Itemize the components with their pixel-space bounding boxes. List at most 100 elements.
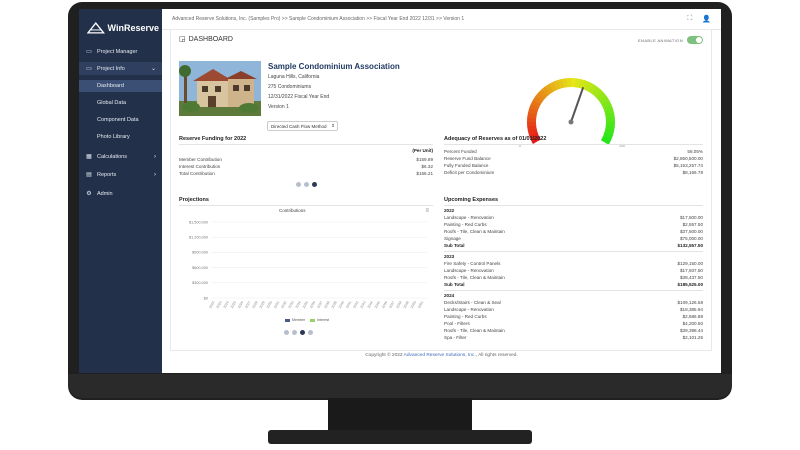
sidebar-item-project-manager[interactable]: ▭ Project Manager bbox=[79, 45, 162, 58]
method-select[interactable]: Directed Cash Flow Method ⇕ bbox=[267, 121, 338, 131]
adequacy-row: Reserve Fund Balance $2,860,500.00 bbox=[444, 156, 703, 161]
expense-row: Decks/Stairs - Clean & Seal $109,126.58 bbox=[444, 300, 703, 305]
property-fiscal: 12/31/2022 Fiscal Year End bbox=[268, 94, 330, 100]
sidebar-subitem-label: Global Data bbox=[97, 100, 127, 106]
expense-row: Signage $75,000.00 bbox=[444, 236, 703, 241]
x-tick-label: 2026 bbox=[237, 300, 244, 309]
x-tick-label: 2048 bbox=[395, 300, 402, 309]
sidebar-subitem-label: Component Data bbox=[97, 117, 139, 123]
x-tick-label: 2031 bbox=[273, 300, 280, 309]
divider bbox=[444, 205, 703, 206]
subtotal-value: $185,525.00 bbox=[677, 282, 703, 287]
expense-label: Decks/Stairs - Clean & Seal bbox=[444, 300, 501, 305]
adequacy-row: Deficit per Condominium $8,166.78 bbox=[444, 170, 703, 175]
carousel-dot[interactable] bbox=[284, 330, 289, 335]
expense-value: $129,150.00 bbox=[677, 261, 703, 266]
expense-value: $38,437.50 bbox=[680, 275, 703, 280]
x-tick-label: 2041 bbox=[345, 300, 352, 309]
expense-label: Landscape - Renovation bbox=[444, 215, 494, 220]
y-tick-label: $900,000 bbox=[192, 251, 208, 255]
expense-value: $2,686.88 bbox=[682, 314, 703, 319]
breadcrumb[interactable]: Advanced Reserve Solutions, Inc. (Sample… bbox=[172, 16, 464, 22]
x-tick-label: 2029 bbox=[259, 300, 266, 309]
x-tick-label: 2043 bbox=[359, 300, 366, 309]
expense-label: Roofs - Tile, Clean & Maintain bbox=[444, 275, 505, 280]
x-tick-label: 2035 bbox=[302, 300, 309, 309]
footer: Copyright © 2022 Advanced Reserve Soluti… bbox=[162, 353, 721, 358]
x-tick-label: 2023 bbox=[215, 300, 222, 309]
user-icon[interactable]: 👤 bbox=[702, 15, 711, 23]
footer-company-link[interactable]: Advanced Reserve Solutions, Inc. bbox=[404, 353, 476, 358]
funding-row-label: Total Contribution bbox=[179, 171, 215, 176]
property-name: Sample Condominium Association bbox=[268, 62, 400, 71]
expense-year-header: 2022 bbox=[444, 208, 703, 213]
file-icon: ▤ bbox=[86, 172, 92, 178]
calculator-icon: ▦ bbox=[86, 154, 92, 160]
expense-year-header: 2024 bbox=[444, 293, 703, 298]
expense-label: Roofs - Tile, Clean & Maintain bbox=[444, 328, 505, 333]
funding-row-label: Member Contribution bbox=[179, 157, 222, 162]
logo-icon bbox=[87, 22, 105, 34]
legend-label[interactable]: Interest bbox=[317, 318, 329, 322]
x-tick-label: 2036 bbox=[309, 300, 316, 309]
carousel-dot-active[interactable] bbox=[312, 182, 317, 187]
expense-label: Roofs - Tile, Clean & Maintain bbox=[444, 229, 505, 234]
carousel-dot[interactable] bbox=[296, 182, 301, 187]
expense-year-header: 2023 bbox=[444, 254, 703, 259]
divider bbox=[444, 290, 703, 291]
expense-row: Landscape - Renovation $17,937.50 bbox=[444, 268, 703, 273]
sidebar-subitem-label: Dashboard bbox=[97, 83, 124, 89]
animation-toggle-label: ENABLE ANIMATION bbox=[637, 37, 683, 43]
legend-label[interactable]: Member bbox=[292, 318, 305, 322]
sidebar-item-project-info[interactable]: ▭ Project Info ⌄ bbox=[79, 62, 162, 75]
carousel-dot-active[interactable] bbox=[300, 330, 305, 335]
sidebar-item-admin[interactable]: ⚙ Admin bbox=[79, 187, 162, 200]
divider bbox=[444, 251, 703, 252]
x-tick-label: 2022 bbox=[208, 300, 215, 309]
property-photo bbox=[179, 61, 261, 116]
x-tick-label: 2033 bbox=[287, 300, 294, 309]
carousel-dot[interactable] bbox=[308, 330, 313, 335]
percent-funded-gauge: 0 100 bbox=[519, 78, 625, 148]
app-logo[interactable]: WinReserve bbox=[87, 19, 159, 37]
subtotal-label: Sub Total bbox=[444, 282, 465, 287]
expense-value: $17,500.00 bbox=[680, 215, 703, 220]
expense-value: $75,000.00 bbox=[680, 236, 703, 241]
funding-carousel-dots bbox=[296, 182, 317, 187]
x-tick-label: 2039 bbox=[331, 300, 338, 309]
adequacy-row: Percent Funded 58.05% bbox=[444, 149, 703, 154]
sidebar-item-label: Calculations bbox=[97, 153, 127, 160]
adequacy-row-label: Fully Funded Balance bbox=[444, 163, 489, 168]
sidebar-item-calculations[interactable]: ▦ Calculations › bbox=[79, 150, 162, 163]
x-tick-label: 2027 bbox=[244, 300, 251, 309]
x-tick-label: 2034 bbox=[295, 300, 302, 309]
x-tick-label: 2037 bbox=[316, 300, 323, 309]
sidebar-subitem-global-data[interactable]: Global Data bbox=[79, 97, 162, 109]
sidebar-subitem-photo-library[interactable]: Photo Library bbox=[79, 131, 162, 143]
adequacy-row-value: 58.05% bbox=[687, 149, 703, 154]
divider bbox=[179, 205, 433, 206]
x-tick-label: 2045 bbox=[374, 300, 381, 309]
x-tick-label: 2042 bbox=[352, 300, 359, 309]
animation-toggle[interactable] bbox=[687, 36, 703, 44]
page-title: ◲ DASHBOARD bbox=[179, 35, 233, 44]
reserve-funding-title: Reserve Funding for 2022 bbox=[179, 136, 247, 142]
carousel-dot[interactable] bbox=[292, 330, 297, 335]
sidebar-subitem-component-data[interactable]: Component Data bbox=[79, 114, 162, 126]
sidebar-subitem-dashboard[interactable]: Dashboard bbox=[79, 80, 162, 92]
funding-row-value: $159.89 bbox=[416, 157, 433, 162]
expense-label: Painting - Red Curbs bbox=[444, 314, 487, 319]
expense-year: 2022 bbox=[444, 208, 455, 213]
adequacy-row-value: $8,166.78 bbox=[682, 170, 703, 175]
upcoming-expenses-title: Upcoming Expenses bbox=[444, 197, 499, 203]
funding-row-value: $166.21 bbox=[416, 171, 433, 176]
sidebar-item-reports[interactable]: ▤ Reports › bbox=[79, 168, 162, 181]
fullscreen-icon[interactable]: ⛶ bbox=[687, 15, 692, 23]
x-tick-label: 2051 bbox=[417, 300, 424, 309]
expense-value: $39,398.44 bbox=[680, 328, 703, 333]
funding-row-value: $6.32 bbox=[421, 164, 434, 169]
expense-row: Spa - Filter $2,101.25 bbox=[444, 335, 703, 340]
sidebar-subitem-label: Photo Library bbox=[97, 134, 130, 140]
gauge-needle bbox=[570, 87, 584, 123]
carousel-dot[interactable] bbox=[304, 182, 309, 187]
